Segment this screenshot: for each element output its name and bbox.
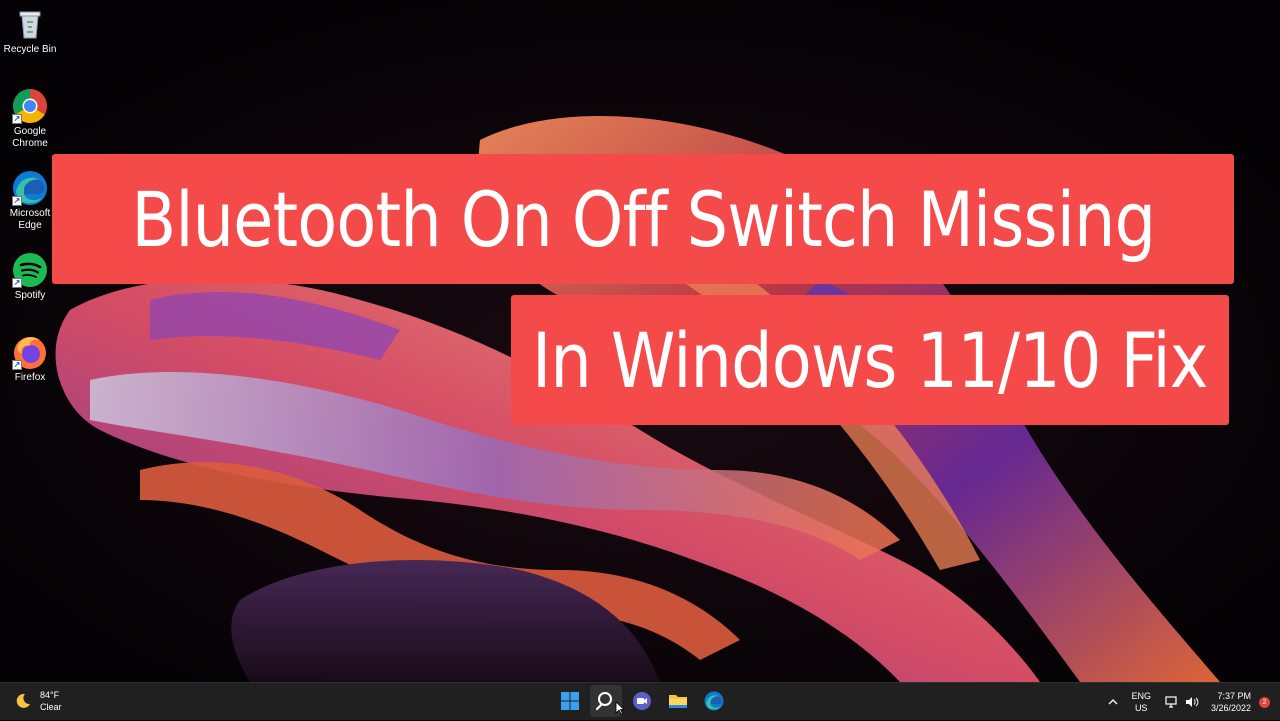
edge-icon: ↗ <box>12 170 48 206</box>
desktop-icon-label: Spotify <box>14 290 46 301</box>
google-chrome-shortcut[interactable]: ↗ Google Chrome <box>2 88 58 150</box>
taskbar-clock[interactable]: 7:37 PM 3/26/2022 <box>1211 690 1251 714</box>
desktop-icon-label: Recycle Bin <box>3 44 57 55</box>
shortcut-arrow-icon: ↗ <box>12 196 22 206</box>
chevron-up-icon[interactable] <box>1107 696 1119 708</box>
desktop-icon-label: Firefox <box>14 372 46 383</box>
shortcut-arrow-icon: ↗ <box>12 360 22 370</box>
recycle-bin-shortcut[interactable]: Recycle Bin <box>2 6 58 56</box>
firefox-icon: ↗ <box>12 334 48 370</box>
taskbar-pinned-apps <box>554 685 730 717</box>
desktop-icon-label: Google Chrome <box>12 126 48 149</box>
weather-condition: Clear <box>40 702 62 712</box>
clock-time: 7:37 PM <box>1217 691 1251 701</box>
microsoft-edge-shortcut[interactable]: ↗ Microsoft Edge <box>2 170 58 232</box>
system-tray: ENG US 7:37 PM 3/26/2022 2 <box>1107 683 1280 721</box>
title-line2-text: In Windows 11/10 Fix <box>532 315 1208 405</box>
start-button[interactable] <box>554 685 586 717</box>
windows-logo-icon <box>561 692 579 710</box>
title-line1-text: Bluetooth On Off Switch Missing <box>131 174 1156 264</box>
edge-button[interactable] <box>698 685 730 717</box>
shortcut-arrow-icon: ↗ <box>12 114 22 124</box>
recycle-bin-icon <box>12 6 48 42</box>
chrome-icon: ↗ <box>12 88 48 124</box>
keyboard-layout: US <box>1134 703 1148 713</box>
input-language-indicator[interactable]: ENG US <box>1131 690 1151 714</box>
desktop-icon-label: Microsoft Edge <box>9 208 51 231</box>
language-code: ENG <box>1131 691 1151 701</box>
search-icon <box>596 692 612 711</box>
taskbar: 84°F Clear ENG US 7:37 PM 3/26/2022 2 <box>0 682 1280 720</box>
title-banner-line2: In Windows 11/10 Fix <box>511 295 1229 425</box>
title-banner-line1: Bluetooth On Off Switch Missing <box>52 154 1234 284</box>
spotify-shortcut[interactable]: ↗ Spotify <box>2 252 58 302</box>
notification-badge[interactable]: 2 <box>1259 696 1270 708</box>
clock-date: 3/26/2022 <box>1210 703 1251 713</box>
firefox-shortcut[interactable]: ↗ Firefox <box>2 334 58 384</box>
network-icon[interactable] <box>1165 696 1179 708</box>
weather-widget[interactable]: 84°F Clear <box>14 689 62 713</box>
weather-temperature: 84°F <box>40 690 60 700</box>
folder-icon <box>669 695 687 708</box>
file-explorer-button[interactable] <box>662 685 694 717</box>
chat-button[interactable] <box>626 685 658 717</box>
teams-chat-icon <box>633 692 651 710</box>
mouse-cursor-icon <box>615 701 625 715</box>
spotify-icon: ↗ <box>12 252 48 288</box>
volume-icon[interactable] <box>1185 696 1201 708</box>
moon-icon <box>16 693 30 708</box>
shortcut-arrow-icon: ↗ <box>12 278 22 288</box>
edge-icon <box>704 691 724 711</box>
